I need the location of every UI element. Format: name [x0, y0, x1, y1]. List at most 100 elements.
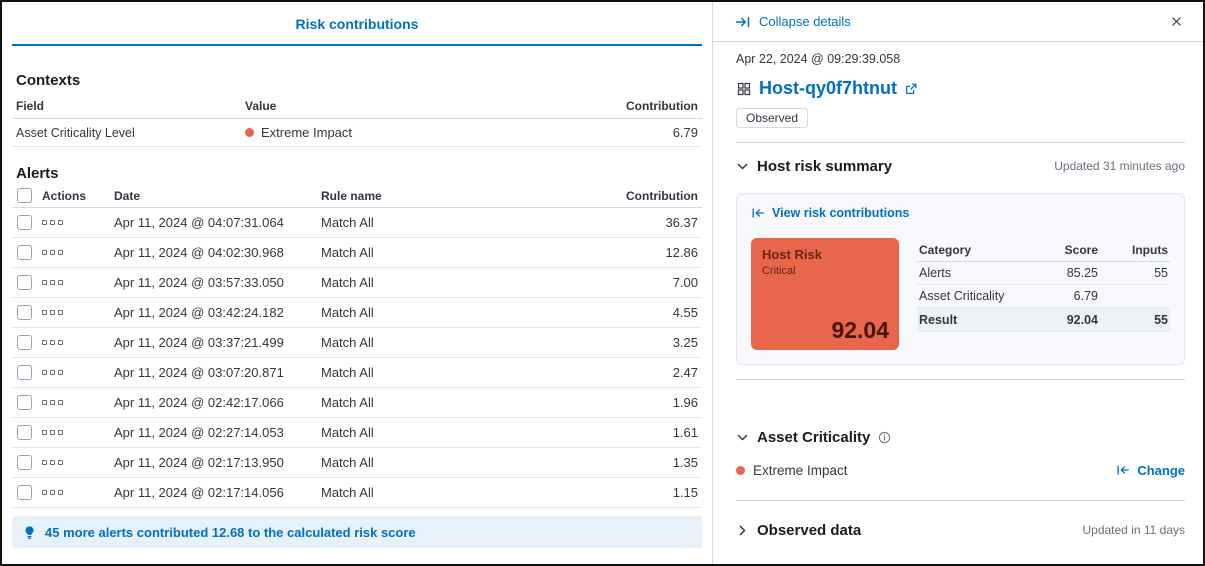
select-all-checkbox[interactable]: [17, 188, 32, 203]
row-checkbox[interactable]: [17, 365, 32, 380]
risk-card-score: 92.04: [831, 317, 889, 344]
context-value: Extreme Impact: [261, 125, 352, 140]
alert-rule-name: Match All: [321, 485, 592, 500]
event-timestamp: Apr 22, 2024 @ 09:29:39.058: [736, 52, 1185, 66]
row-actions-icon[interactable]: [42, 280, 63, 285]
alert-contribution: 1.15: [592, 485, 702, 500]
alert-row: Apr 11, 2024 @ 03:37:21.499 Match All 3.…: [12, 328, 702, 358]
collapse-details-button[interactable]: Collapse details: [735, 14, 851, 30]
alerts-col-contribution: Contribution: [592, 189, 702, 203]
observed-badge: Observed: [736, 108, 808, 128]
alert-contribution: 4.55: [592, 305, 702, 320]
collapse-icon: [735, 14, 751, 30]
row-checkbox[interactable]: [17, 425, 32, 440]
app-window: Risk contributions Contexts Field Value …: [0, 0, 1205, 566]
close-button[interactable]: [1166, 11, 1187, 32]
chevron-down-icon[interactable]: [736, 160, 749, 173]
alert-date: Apr 11, 2024 @ 02:17:13.950: [114, 455, 321, 470]
alert-rule-name: Match All: [321, 425, 592, 440]
row-checkbox[interactable]: [17, 275, 32, 290]
host-risk-summary-title: Host risk summary: [757, 158, 892, 175]
alert-row: Apr 11, 2024 @ 02:17:13.950 Match All 1.…: [12, 448, 702, 478]
more-alerts-text: 45 more alerts contributed 12.68 to the …: [45, 525, 416, 540]
row-actions-icon[interactable]: [42, 220, 63, 225]
score-col-category: Category: [917, 243, 1013, 257]
row-checkbox[interactable]: [17, 305, 32, 320]
close-icon: [1170, 15, 1183, 28]
alert-contribution: 7.00: [592, 275, 702, 290]
alert-row: Apr 11, 2024 @ 04:02:30.968 Match All 12…: [12, 238, 702, 268]
alert-rule-name: Match All: [321, 305, 592, 320]
host-grid-icon: [736, 81, 752, 97]
info-icon[interactable]: [878, 431, 891, 444]
row-checkbox[interactable]: [17, 335, 32, 350]
more-alerts-callout: 45 more alerts contributed 12.68 to the …: [12, 516, 702, 548]
contexts-row: Asset Criticality Level Extreme Impact 6…: [12, 119, 702, 147]
divider: [736, 500, 1185, 501]
observed-data-updated: Updated in 11 days: [1082, 523, 1185, 537]
criticality-dot-icon: [245, 128, 254, 137]
chevron-down-icon[interactable]: [736, 431, 749, 444]
risk-contributions-title: Risk contributions: [12, 16, 702, 32]
alert-date: Apr 11, 2024 @ 03:07:20.871: [114, 365, 321, 380]
lightbulb-icon: [22, 525, 37, 540]
row-checkbox[interactable]: [17, 245, 32, 260]
view-risk-contributions-link[interactable]: View risk contributions: [751, 206, 909, 220]
host-risk-summary-section-header: Host risk summary Updated 31 minutes ago: [736, 153, 1185, 179]
row-actions-icon[interactable]: [42, 400, 63, 405]
view-risk-contributions-label: View risk contributions: [772, 206, 909, 220]
alert-date: Apr 11, 2024 @ 02:27:14.053: [114, 425, 321, 440]
alert-date: Apr 11, 2024 @ 03:37:21.499: [114, 335, 321, 350]
alert-date: Apr 11, 2024 @ 03:57:33.050: [114, 275, 321, 290]
context-value-cell: Extreme Impact: [245, 125, 582, 140]
row-actions-icon[interactable]: [42, 460, 63, 465]
score-category: Asset Criticality: [917, 289, 1013, 303]
collapse-details-label: Collapse details: [759, 14, 851, 29]
row-actions-icon[interactable]: [42, 490, 63, 495]
context-field: Asset Criticality Level: [12, 126, 245, 140]
risk-content: Host Risk Critical 92.04 Category Score …: [751, 238, 1170, 350]
row-actions-icon[interactable]: [42, 250, 63, 255]
risk-score-table: Category Score Inputs Alerts 85.25 55: [917, 238, 1170, 350]
alert-contribution: 3.25: [592, 335, 702, 350]
alert-row: Apr 11, 2024 @ 02:27:14.053 Match All 1.…: [12, 418, 702, 448]
external-link-icon[interactable]: [904, 82, 918, 96]
alert-rule-name: Match All: [321, 275, 592, 290]
host-name-link[interactable]: Host-qy0f7htnut: [759, 78, 897, 99]
alert-row: Apr 11, 2024 @ 02:17:14.056 Match All 1.…: [12, 478, 702, 508]
host-title-row: Host-qy0f7htnut: [736, 78, 1185, 99]
risk-score-table-body: Alerts 85.25 55 Asset Criticality 6.79: [917, 262, 1170, 308]
risk-card-title: Host Risk: [762, 247, 888, 262]
contexts-heading: Contexts: [16, 72, 702, 89]
alert-rule-name: Match All: [321, 335, 592, 350]
row-checkbox[interactable]: [17, 215, 32, 230]
alert-date: Apr 11, 2024 @ 04:07:31.064: [114, 215, 321, 230]
score-value: 6.79: [1013, 289, 1098, 303]
observed-data-title: Observed data: [757, 522, 861, 539]
alerts-table-header: Actions Date Rule name Contribution: [12, 184, 702, 208]
chevron-right-icon[interactable]: [736, 524, 749, 537]
row-actions-icon[interactable]: [42, 340, 63, 345]
alert-contribution: 1.96: [592, 395, 702, 410]
row-checkbox[interactable]: [17, 395, 32, 410]
row-checkbox[interactable]: [17, 485, 32, 500]
contexts-table: Field Value Contribution Asset Criticali…: [12, 93, 702, 147]
row-actions-icon[interactable]: [42, 310, 63, 315]
alert-date: Apr 11, 2024 @ 02:17:14.056: [114, 485, 321, 500]
score-row: Alerts 85.25 55: [917, 262, 1170, 285]
criticality-dot-icon: [736, 466, 745, 475]
host-risk-card: Host Risk Critical 92.04: [751, 238, 899, 350]
alert-rule-name: Match All: [321, 245, 592, 260]
result-category: Result: [917, 313, 1013, 327]
change-criticality-link[interactable]: Change: [1116, 463, 1185, 478]
alert-rule-name: Match All: [321, 365, 592, 380]
result-score: 92.04: [1013, 313, 1098, 327]
asset-criticality-section-header: Asset Criticality: [736, 424, 1185, 450]
row-actions-icon[interactable]: [42, 430, 63, 435]
risk-summary-updated: Updated 31 minutes ago: [1054, 159, 1185, 173]
alert-row: Apr 11, 2024 @ 03:07:20.871 Match All 2.…: [12, 358, 702, 388]
score-value: 85.25: [1013, 266, 1098, 280]
row-actions-icon[interactable]: [42, 370, 63, 375]
row-checkbox[interactable]: [17, 455, 32, 470]
risk-score-table-header: Category Score Inputs: [917, 238, 1170, 262]
